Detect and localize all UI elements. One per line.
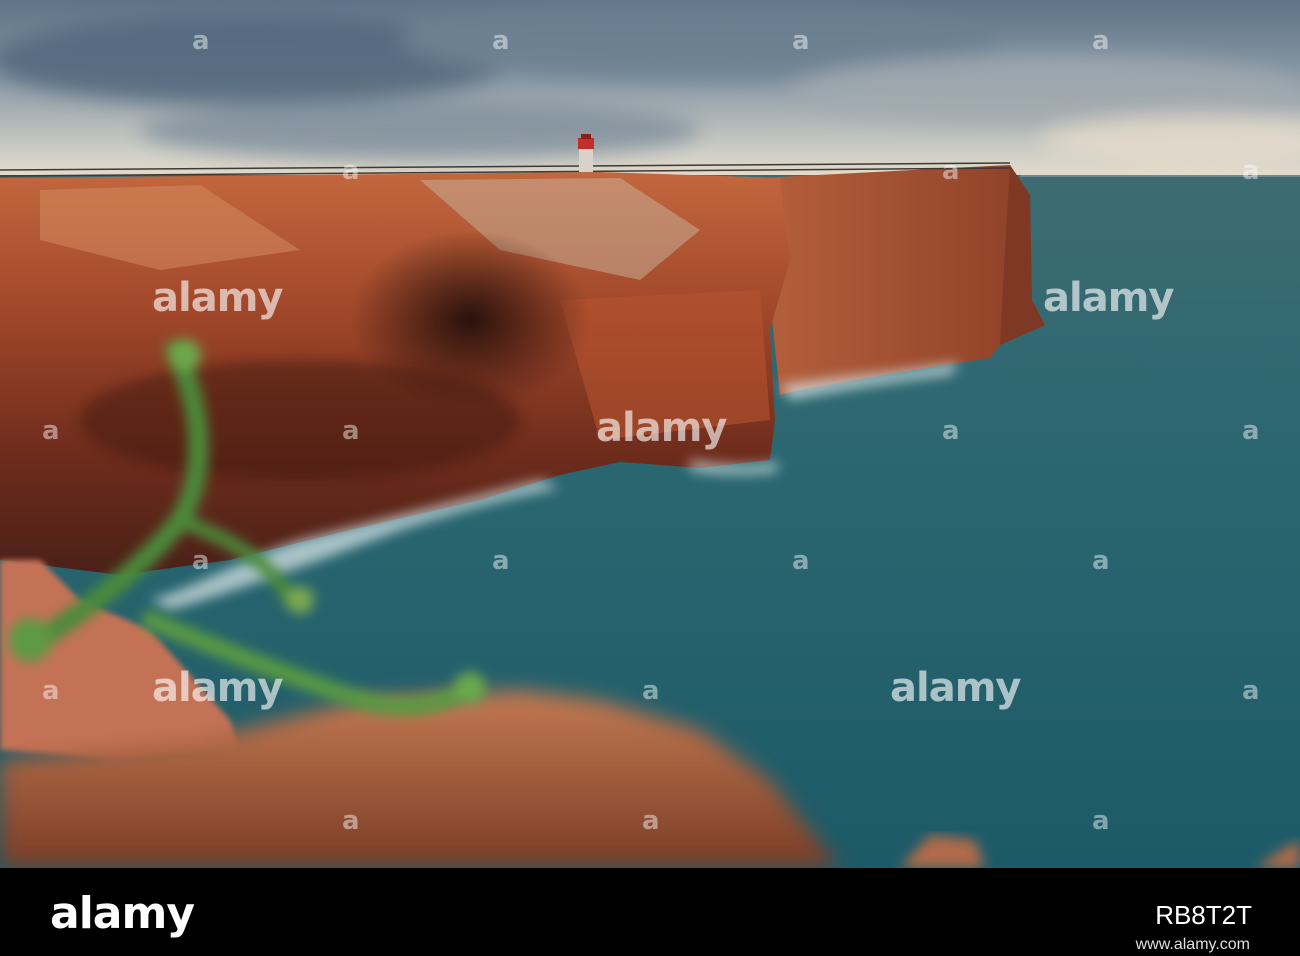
brand-logo[interactable]: alamy <box>50 888 195 939</box>
lighthouse <box>578 134 594 172</box>
footer-bar: alamy RB8T2T www.alamy.com <box>0 868 1300 956</box>
image-id: RB8T2T <box>1155 900 1252 930</box>
landscape-photo <box>0 0 1300 868</box>
site-url[interactable]: www.alamy.com <box>1136 936 1250 954</box>
